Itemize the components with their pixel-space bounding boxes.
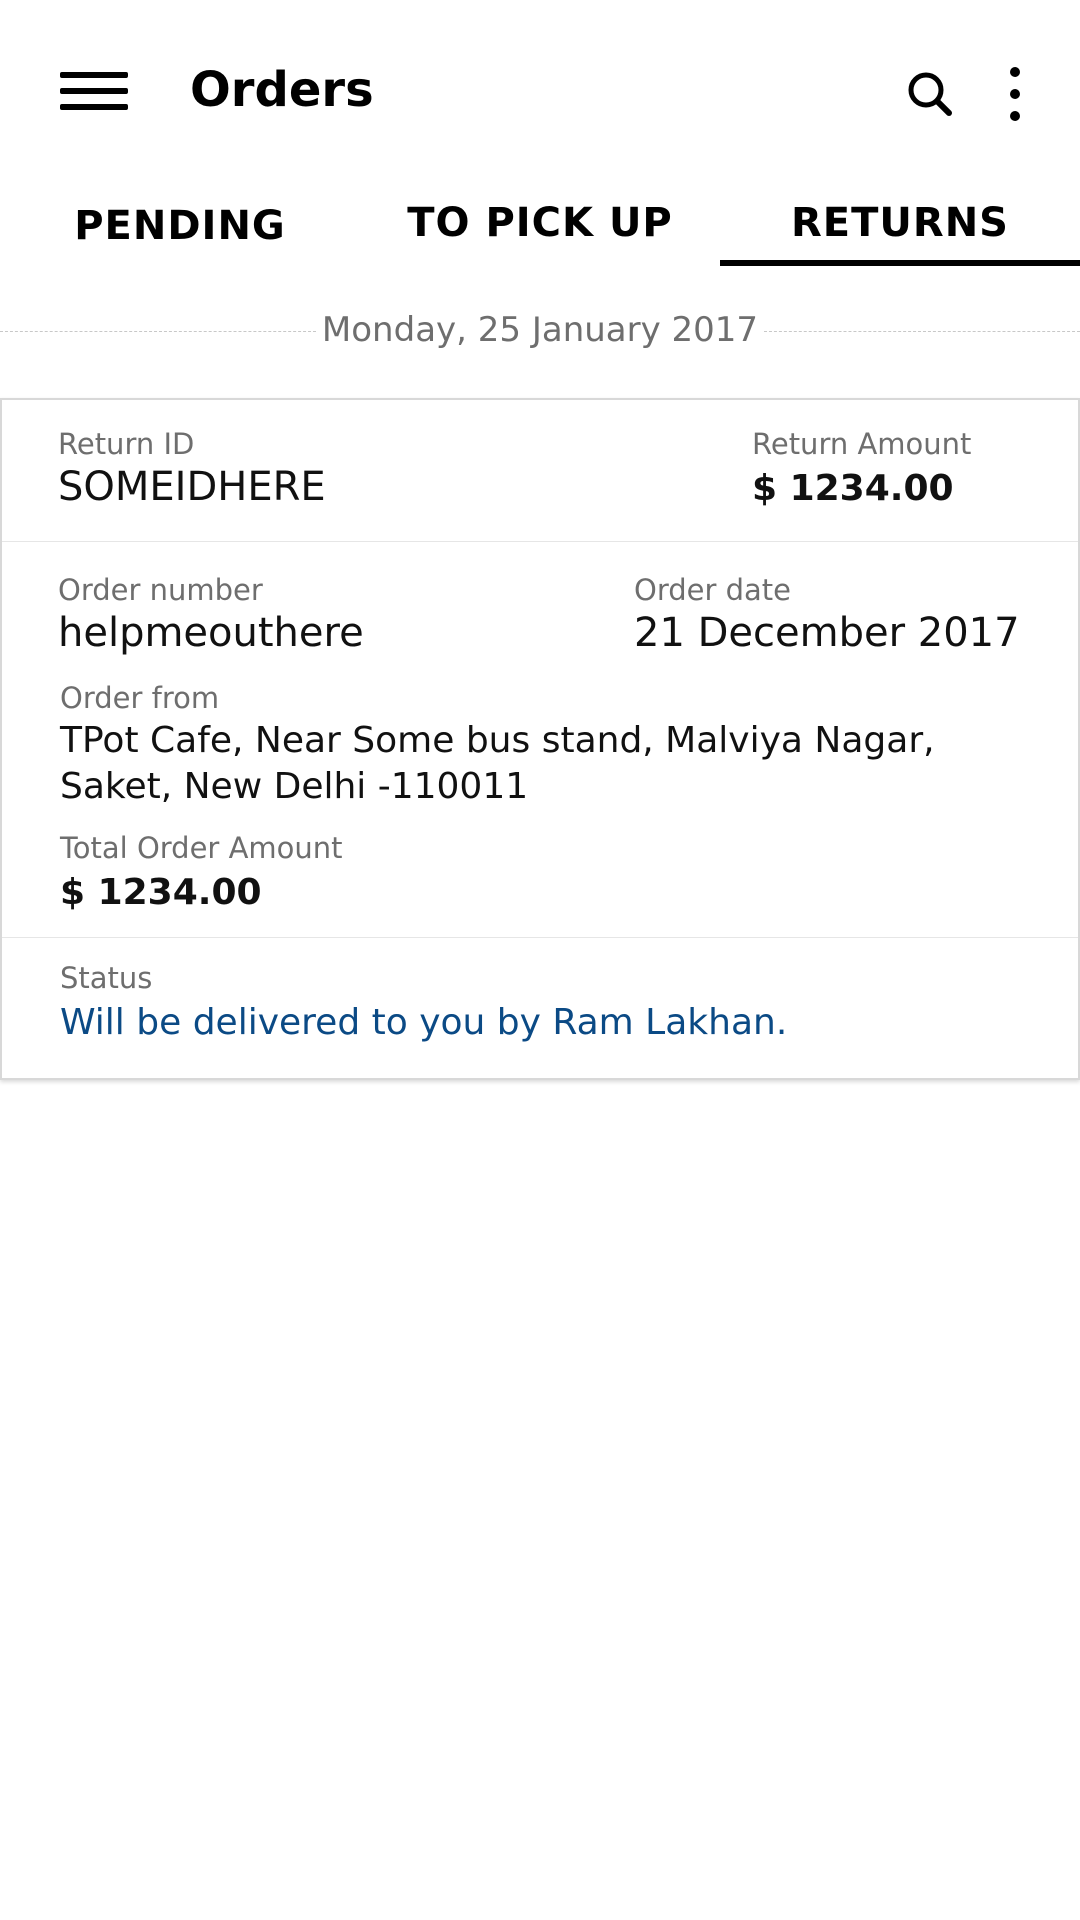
divider-right	[764, 331, 1080, 332]
more-vert-icon[interactable]	[990, 64, 1040, 124]
status-text: Will be delivered to you by Ram Lakhan.	[60, 1002, 788, 1043]
order-details-section: Order number helpmeouthere Order date 21…	[2, 542, 1078, 938]
total-order-amount-label: Total Order Amount	[60, 831, 343, 865]
return-card[interactable]: Return ID SOMEIDHERE Return Amount $ 123…	[0, 398, 1080, 1080]
tab-selected-indicator	[720, 260, 1080, 266]
order-tabs: PENDING TO PICK UP RETURNS	[0, 180, 1080, 266]
return-id-value: SOMEIDHERE	[58, 464, 326, 510]
app-bar: Orders	[0, 0, 1080, 180]
return-amount-value: $ 1234.00	[752, 468, 954, 509]
total-order-amount-value: $ 1234.00	[60, 872, 262, 913]
tab-returns[interactable]: RETURNS	[720, 180, 1080, 266]
tab-pending[interactable]: PENDING	[0, 180, 360, 266]
status-section: Status Will be delivered to you by Ram L…	[2, 938, 1078, 1078]
status-label: Status	[60, 961, 153, 995]
order-number-label: Order number	[58, 573, 263, 607]
search-icon[interactable]	[900, 64, 960, 124]
page-title: Orders	[190, 62, 374, 118]
return-summary-section: Return ID SOMEIDHERE Return Amount $ 123…	[2, 400, 1078, 542]
hamburger-menu-icon[interactable]	[56, 68, 132, 114]
date-heading: Monday, 25 January 2017	[321, 310, 759, 350]
return-amount-label: Return Amount	[752, 427, 972, 461]
order-number-value: helpmeouthere	[58, 610, 364, 656]
return-id-label: Return ID	[58, 427, 195, 461]
order-date-value: 21 December 2017	[634, 610, 1020, 656]
date-separator: Monday, 25 January 2017	[0, 300, 1080, 360]
tab-to-pick-up[interactable]: TO PICK UP	[360, 180, 720, 266]
order-date-label: Order date	[634, 573, 792, 607]
order-from-address: TPot Cafe, Near Some bus stand, Malviya …	[60, 720, 935, 807]
divider-left	[0, 331, 316, 332]
order-from-label: Order from	[60, 681, 220, 715]
